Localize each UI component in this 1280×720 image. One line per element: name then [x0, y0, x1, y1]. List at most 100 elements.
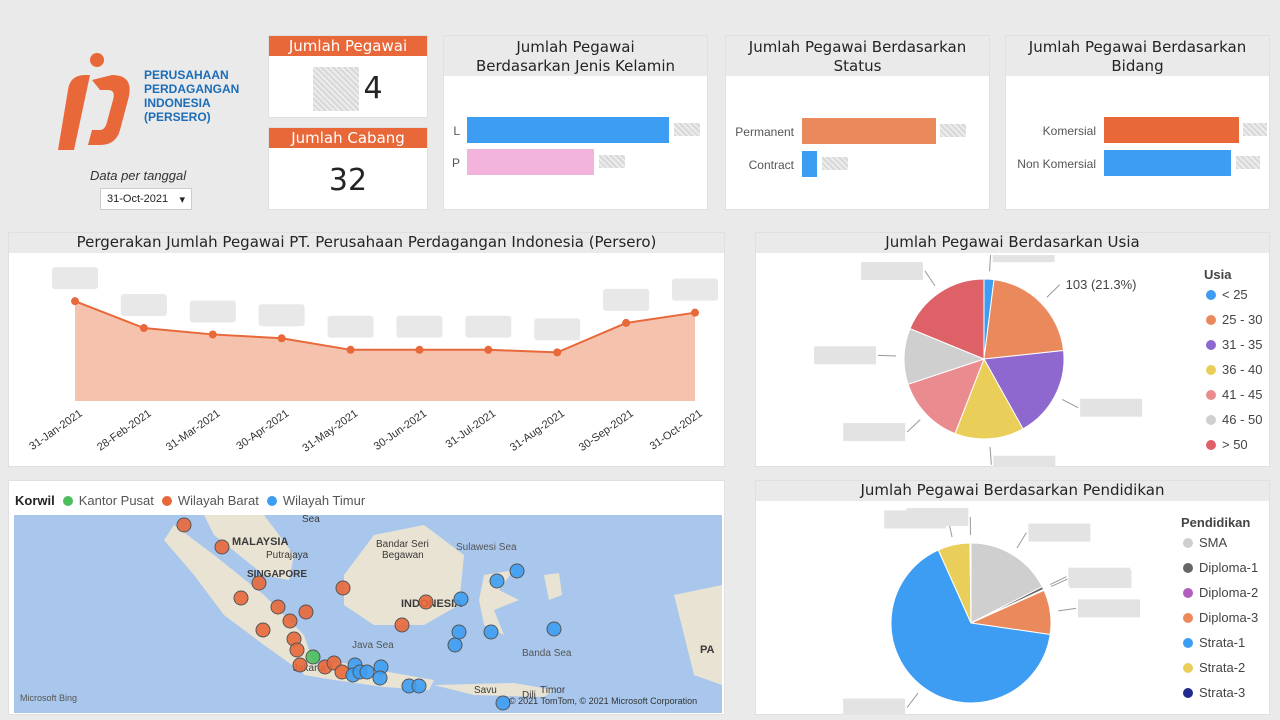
pie-leader-line: [906, 692, 919, 708]
legend-kantor-pusat[interactable]: Kantor Pusat: [79, 493, 154, 508]
kpi-pegawai-title: Jumlah Pegawai: [269, 36, 427, 56]
legend-dot: [1183, 537, 1193, 548]
legend-wilayah-timur[interactable]: Wilayah Timur: [283, 493, 365, 508]
usia-card: Jumlah Pegawai Berdasarkan Usia 103 (21.…: [755, 232, 1270, 467]
legend-label: SMA: [1199, 535, 1228, 550]
legend-dot: [1183, 612, 1193, 623]
trend-data-label-redacted: [258, 304, 305, 327]
trend-point[interactable]: [208, 330, 217, 339]
trend-point[interactable]: [622, 318, 631, 327]
trend-x-tick: 30-Jun-2021: [372, 408, 429, 453]
legend-item[interactable]: Strata-3: [1183, 685, 1245, 700]
legend-dot: [1206, 439, 1216, 450]
kpi-pegawai-value: 4: [363, 71, 383, 106]
gender-label-p: P: [451, 156, 460, 170]
trend-data-label-redacted: [189, 300, 236, 323]
legend-label: Diploma-2: [1199, 585, 1259, 600]
legend-dot: [1183, 662, 1193, 673]
trend-point[interactable]: [71, 297, 79, 306]
legend-label: 41 - 45: [1222, 387, 1263, 402]
pie-label-redacted: [1028, 523, 1091, 542]
legend-item[interactable]: Strata-1: [1183, 635, 1245, 650]
legend-dot: [1183, 687, 1193, 698]
place-sea: Sea: [302, 515, 320, 525]
redacted-value: [1236, 156, 1260, 169]
pie-slice[interactable]: [983, 279, 1065, 360]
legend-item[interactable]: Diploma-1: [1183, 560, 1258, 575]
legend-item[interactable]: Diploma-2: [1183, 585, 1258, 600]
map-canvas[interactable]: MALAYSIA Putrajaya SINGAPORE INDONESIA B…: [14, 515, 722, 713]
trend-data-label-redacted: [534, 318, 581, 341]
redacted-value: [674, 123, 700, 136]
legend-item[interactable]: Strata-2: [1183, 660, 1245, 675]
kpi-cabang-value: 32: [328, 163, 368, 198]
map-card: Korwil Kantor Pusat Wilayah Barat Wilaya…: [8, 480, 725, 715]
trend-point[interactable]: [415, 345, 424, 354]
bidang-bar-komersial[interactable]: [1104, 117, 1239, 143]
trend-point[interactable]: [346, 345, 355, 354]
status-bar-contract[interactable]: [802, 151, 817, 177]
legend-item[interactable]: 41 - 45: [1206, 387, 1262, 402]
trend-point[interactable]: [691, 308, 699, 317]
status-bar-permanent[interactable]: [802, 118, 936, 144]
place-timor: Timor: [540, 685, 566, 696]
trend-point[interactable]: [553, 348, 562, 357]
chevron-down-icon: ▾: [179, 193, 185, 206]
trend-x-tick: 31-Aug-2021: [508, 408, 567, 454]
data-date-label: Data per tanggal: [90, 168, 187, 183]
bidang-card: Jumlah Pegawai Berdasarkan Bidang Komers…: [1005, 35, 1270, 210]
date-slicer[interactable]: 31-Oct-2021 ▾: [100, 188, 192, 210]
trend-card: Pergerakan Jumlah Pegawai PT. Perusahaan…: [8, 232, 725, 467]
trend-x-tick: 30-Apr-2021: [234, 408, 291, 453]
place-sulawesi-sea: Sulawesi Sea: [456, 542, 517, 553]
legend-item[interactable]: Diploma-3: [1183, 610, 1258, 625]
trend-point[interactable]: [484, 345, 493, 354]
trend-x-tick: 31-Jul-2021: [444, 408, 498, 451]
pie-leader-line: [878, 354, 897, 357]
trend-data-label-redacted: [672, 278, 718, 301]
trend-point[interactable]: [139, 324, 148, 333]
legend-item[interactable]: SMA: [1183, 535, 1227, 550]
legend-dot: [1183, 637, 1193, 648]
legend-item[interactable]: > 50: [1206, 437, 1248, 452]
legend-dot: [1183, 562, 1193, 573]
kpi-cabang-title: Jumlah Cabang: [269, 128, 427, 148]
gender-bar-p[interactable]: [467, 149, 594, 175]
pendidikan-pie-chart: [843, 508, 1140, 715]
trend-x-tick: 31-Jan-2021: [27, 408, 84, 453]
kpi-jumlah-pegawai: Jumlah Pegawai 4: [268, 35, 428, 118]
pie-label-redacted: [860, 261, 923, 280]
trend-x-tick: 30-Sep-2021: [577, 408, 636, 454]
trend-point[interactable]: [277, 334, 286, 343]
pie-leader-line: [989, 255, 992, 272]
legend-item[interactable]: 46 - 50: [1206, 412, 1262, 427]
gender-bar-l[interactable]: [467, 117, 669, 143]
status-label-permanent: Permanent: [735, 125, 794, 139]
pie-leader-line: [1061, 398, 1079, 409]
legend-item[interactable]: < 25: [1206, 287, 1248, 302]
legend-label: < 25: [1222, 287, 1248, 302]
pie-label-redacted: [1080, 398, 1143, 417]
bidang-bar-non-komersial[interactable]: [1104, 150, 1231, 176]
company-logo: [58, 53, 130, 150]
legend-wilayah-barat[interactable]: Wilayah Barat: [178, 493, 259, 508]
redacted-value: [940, 124, 966, 137]
trend-data-label-redacted: [396, 315, 443, 338]
redacted-value: [1243, 123, 1267, 136]
map-bing-logo: Microsoft Bing: [20, 693, 77, 703]
pie-leader-line: [924, 270, 936, 287]
legend-label: 36 - 40: [1222, 362, 1263, 377]
place-savu: Savu: [474, 685, 497, 696]
legend-label: Strata-2: [1199, 660, 1246, 675]
legend-item[interactable]: 25 - 30: [1206, 312, 1262, 327]
legend-item[interactable]: 31 - 35: [1206, 337, 1262, 352]
pendidikan-legend-title: Pendidikan: [1181, 515, 1251, 530]
legend-item[interactable]: 36 - 40: [1206, 362, 1262, 377]
legend-dot: [1206, 414, 1216, 425]
date-slicer-value: 31-Oct-2021: [107, 193, 169, 205]
company-name: PERUSAHAAN PERDAGANGAN INDONESIA (PERSER…: [144, 68, 240, 124]
trend-data-label-redacted: [603, 288, 650, 311]
legend-label: Diploma-3: [1199, 610, 1259, 625]
status-label-contract: Contract: [748, 158, 794, 172]
gender-card-title: Jumlah Pegawai Berdasarkan Jenis Kelamin: [444, 36, 707, 76]
